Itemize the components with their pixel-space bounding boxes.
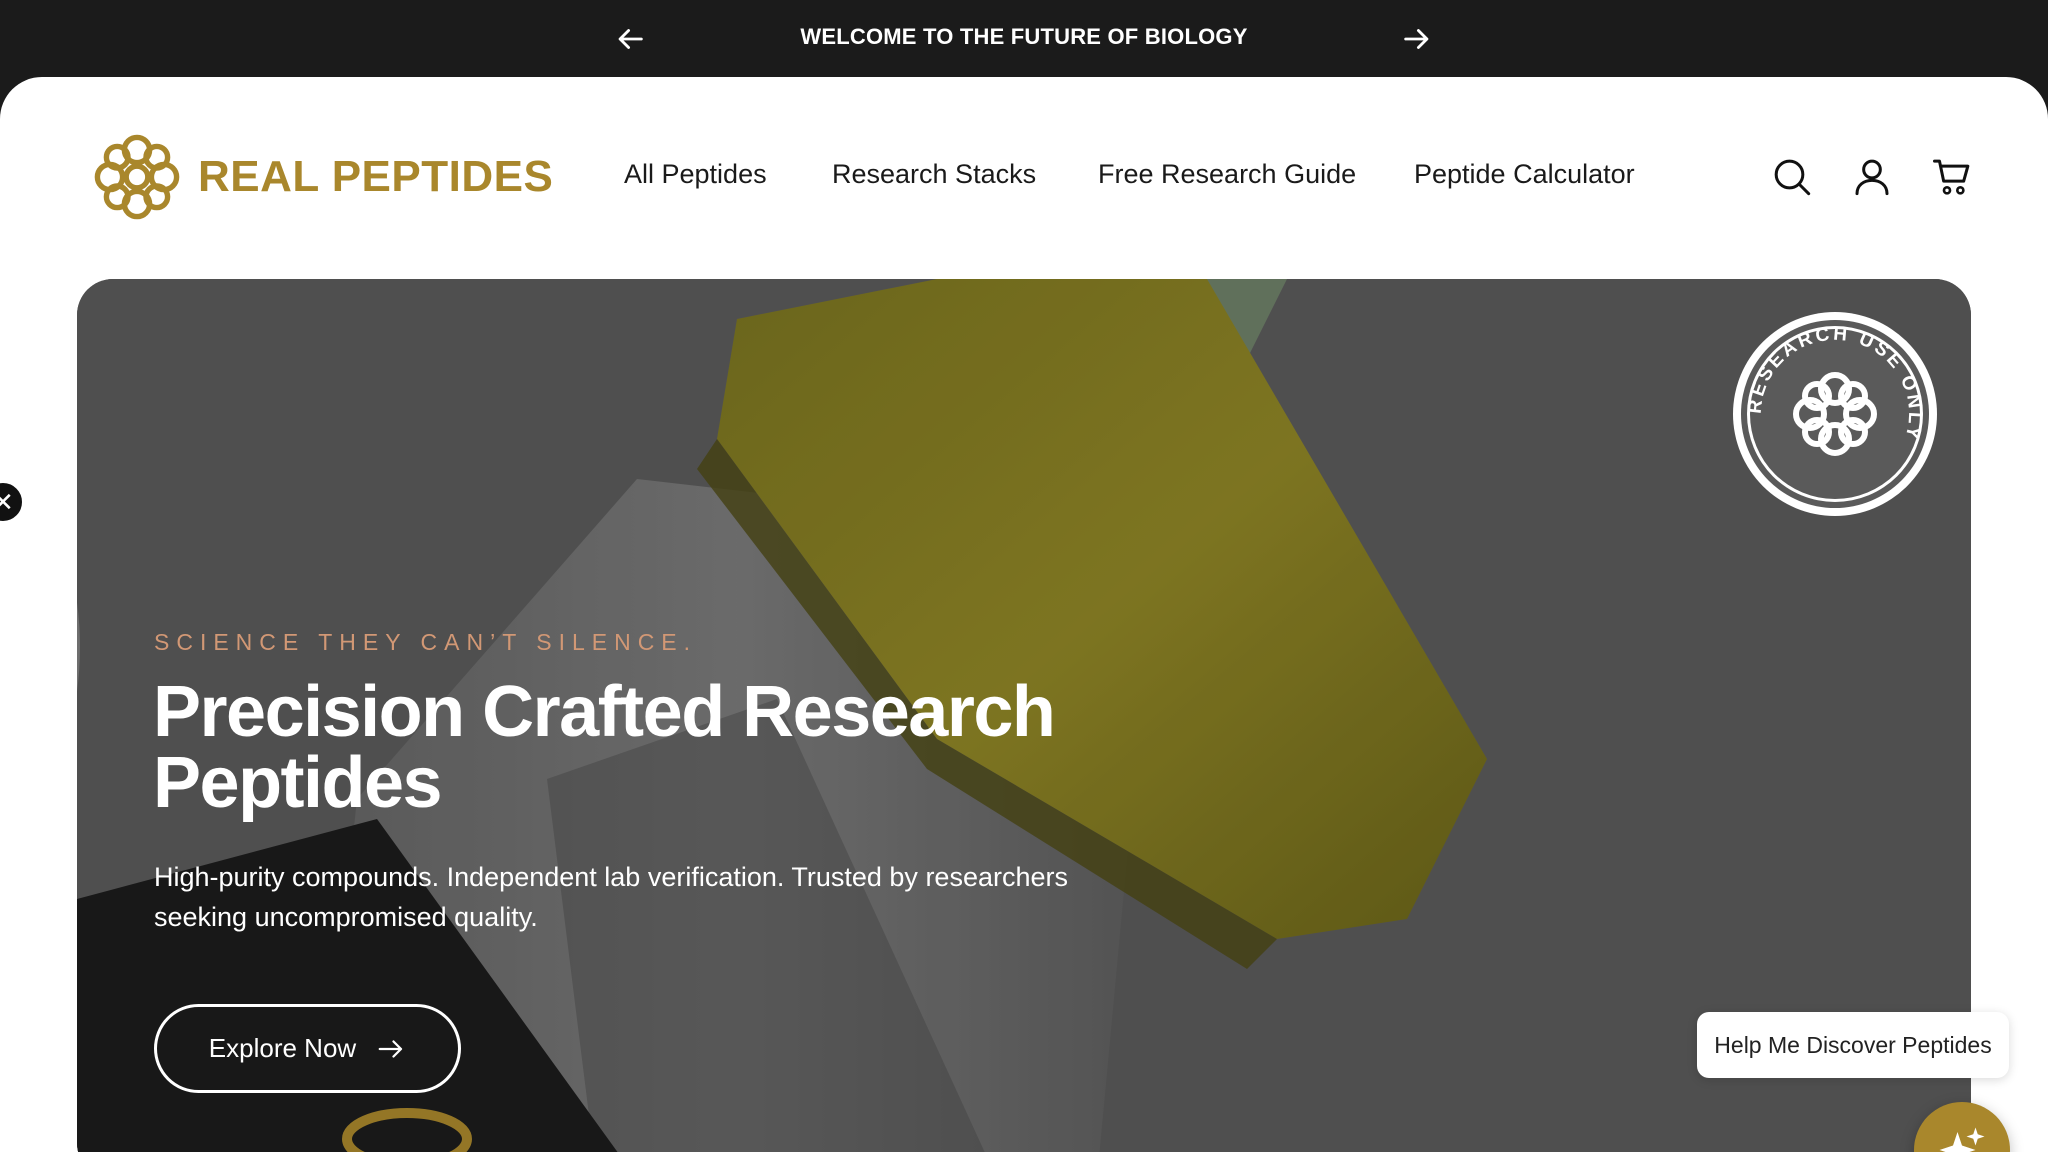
announcement-next-button[interactable] [1400,22,1434,56]
brand-logo[interactable]: REAL PEPTIDES [92,132,553,222]
explore-now-button[interactable]: Explore Now [154,1004,461,1093]
nav-all-peptides[interactable]: All Peptides [624,159,767,190]
search-button[interactable] [1772,157,1812,197]
cart-icon [1933,159,1970,195]
page-sheet: REAL PEPTIDES All Peptides Research Stac… [0,77,2048,1152]
research-use-only-badge: RESEARCH USE ONLY [1733,312,1937,516]
hero-headline: Precision Crafted Research Peptides [153,672,1056,823]
arrow-right-icon [1404,29,1429,49]
nav-research-stacks[interactable]: Research Stacks [832,159,1036,190]
discover-peptides-label: Help Me Discover Peptides [1714,1031,1992,1058]
nav-free-research-guide[interactable]: Free Research Guide [1098,159,1356,190]
close-icon: ✕ [0,486,14,517]
hero-eyebrow: SCIENCE THEY CAN’T SILENCE. [154,629,698,655]
account-button[interactable] [1852,157,1892,197]
brand-name: REAL PEPTIDES [198,152,554,201]
announcement-bar: WELCOME TO THE FUTURE OF BIOLOGY [0,0,2048,77]
search-icon [1774,159,1811,196]
arrow-right-icon [378,1039,403,1058]
hero-banner: RESEARCH USE ONLY SCIENCE THEY CAN’T SIL… [77,279,1971,1152]
cart-button[interactable] [1932,157,1972,197]
account-icon [1855,159,1889,196]
sparkle-icon [1939,1127,1985,1152]
discover-peptides-prompt[interactable]: Help Me Discover Peptides [1697,1012,2009,1078]
nav-peptide-calculator[interactable]: Peptide Calculator [1414,159,1635,190]
molecule-logo-icon [94,134,180,220]
hero-subtext: High-purity compounds. Independent lab v… [154,862,1068,932]
announcement-message: WELCOME TO THE FUTURE OF BIOLOGY [800,24,1248,49]
explore-now-label: Explore Now [208,1033,357,1063]
